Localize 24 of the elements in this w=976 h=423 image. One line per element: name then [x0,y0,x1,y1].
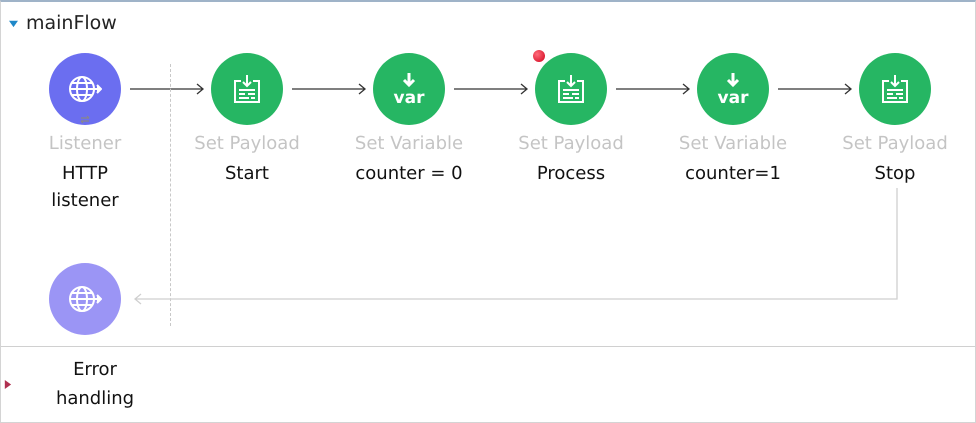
node-name: Start [225,162,269,186]
payload-icon [879,73,911,105]
node-name: HTTP listener [50,162,120,213]
node-name: counter=1 [685,162,781,186]
expanded-caret-icon[interactable] [9,18,18,28]
node-type-label: Set Variable [354,133,464,154]
payload-icon [555,73,587,105]
node-type-label: Listener [48,133,122,154]
globe-icon [68,284,102,314]
set-variable-node[interactable]: var [697,53,769,125]
node-type-label: Set Payload [842,133,948,154]
collapsed-caret-icon[interactable] [3,380,12,389]
globe-icon [68,74,102,104]
node-name: Process [536,162,606,186]
node-name: counter = 0 [355,162,463,186]
swap-icon [80,115,90,124]
set-variable-node[interactable]: var [373,53,445,125]
payload-icon [231,73,263,105]
node-type-label: Set Payload [194,133,300,154]
error-handling-label[interactable]: Error handling [45,356,145,414]
node-type-label: Set Variable [678,133,788,154]
node-type-label: Set Payload [518,133,624,154]
node-name: Stop [874,162,916,186]
flow-title: mainFlow [26,12,117,34]
